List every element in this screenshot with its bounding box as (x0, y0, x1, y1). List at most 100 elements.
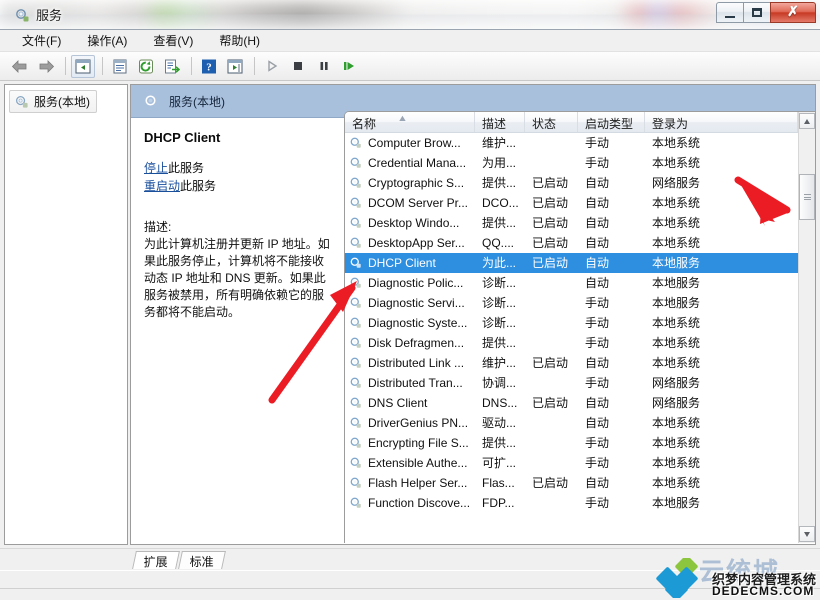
cell-startup: 手动 (585, 296, 610, 310)
cell-desc: 诊断... (482, 316, 517, 330)
scroll-up-button[interactable] (799, 113, 815, 129)
table-row[interactable]: Diagnostic Syste... 诊断... 手动 本地系统 (345, 313, 798, 333)
minimize-icon (725, 13, 735, 18)
cell-logon: 本地服务 (652, 496, 701, 510)
cell-startup: 自动 (585, 256, 610, 270)
tab-standard-label: 标准 (189, 555, 214, 569)
cell-status: 已启动 (532, 396, 569, 410)
export-list-button[interactable] (160, 55, 184, 78)
start-service-button[interactable] (260, 55, 284, 78)
toolbar-separator (254, 57, 255, 75)
stop-icon (294, 62, 302, 70)
menu-item-view[interactable]: 查看(V) (143, 30, 203, 51)
cell-logon: 本地系统 (652, 336, 701, 350)
cell-name: DNS Client (345, 393, 475, 413)
column-header-startup-type[interactable]: 启动类型 (578, 112, 645, 132)
menu-item-action[interactable]: 操作(A) (77, 30, 137, 51)
table-row[interactable]: Function Discove... FDP... 手动 本地服务 (345, 493, 798, 513)
cell-desc: 为此... (482, 256, 517, 270)
cell-name: Distributed Link ... (345, 353, 475, 373)
table-row[interactable]: Distributed Tran... 协调... 手动 网络服务 (345, 373, 798, 393)
services-gear-icon (16, 9, 29, 22)
service-gear-icon (350, 257, 361, 268)
column-header-log-on-as[interactable]: 登录为 (645, 112, 798, 132)
table-row[interactable]: Computer Brow... 维护... 手动 本地系统 (345, 133, 798, 153)
cell-name: Encrypting File S... (345, 433, 475, 453)
pause-service-button[interactable] (312, 55, 336, 78)
tree-item-services-local[interactable]: 服务(本地) (9, 90, 97, 113)
cell-logon: 本地系统 (652, 416, 701, 430)
cell-name: Extensible Authe... (345, 453, 475, 473)
maximize-icon (752, 8, 762, 17)
table-row[interactable]: Distributed Link ... 维护... 已启动 自动 本地系统 (345, 353, 798, 373)
restart-service-button[interactable] (338, 55, 362, 78)
menu-item-help[interactable]: 帮助(H) (209, 30, 270, 51)
service-gear-icon (350, 177, 361, 188)
menu-item-file[interactable]: 文件(F) (12, 30, 71, 51)
cell-name: DriverGenius PN... (345, 413, 475, 433)
view-tab-strip: 扩展 标准 (0, 548, 820, 570)
service-gear-icon (350, 397, 361, 408)
stop-service-link[interactable]: 停止 (144, 161, 168, 175)
pause-icon (320, 62, 328, 70)
table-row[interactable]: Credential Mana... 为用... 手动 本地系统 (345, 153, 798, 173)
cell-logon: 本地服务 (652, 296, 701, 310)
service-gear-icon (350, 457, 361, 468)
table-row[interactable]: DriverGenius PN... 驱动... 自动 本地系统 (345, 413, 798, 433)
list-vertical-scrollbar[interactable] (798, 112, 815, 543)
table-row[interactable]: Extensible Authe... 可扩... 手动 本地系统 (345, 453, 798, 473)
table-row[interactable]: Cryptographic S... 提供... 已启动 自动 网络服务 (345, 173, 798, 193)
column-header-name[interactable]: 名称 ▲ (345, 112, 475, 132)
close-button[interactable]: ✗ (770, 2, 816, 23)
toolbar-separator (65, 57, 66, 75)
service-gear-icon (350, 417, 361, 428)
table-row[interactable]: Desktop Windo... 提供... 已启动 自动 本地系统 (345, 213, 798, 233)
cell-name: Desktop Windo... (345, 213, 475, 233)
cell-desc: 驱动... (482, 416, 517, 430)
cell-logon: 网络服务 (652, 396, 701, 410)
cell-desc: 提供... (482, 336, 517, 350)
cell-desc: FDP... (482, 496, 515, 510)
column-header-description[interactable]: 描述 (475, 112, 525, 132)
stop-service-button[interactable] (286, 55, 310, 78)
service-name-label: DriverGenius PN... (368, 416, 469, 430)
service-name-label: Disk Defragmen... (368, 336, 465, 350)
table-row[interactable]: Disk Defragmen... 提供... 手动 本地系统 (345, 333, 798, 353)
restart-icon (344, 62, 354, 70)
cell-desc: 诊断... (482, 296, 517, 310)
cell-status: 已启动 (532, 256, 569, 270)
help-button[interactable]: ? (197, 55, 221, 78)
main-content: 服务(本地) 服务(本地) DHCP Client 停止此服务 重启动此服务 描… (0, 81, 820, 548)
table-row[interactable]: DNS Client DNS... 已启动 自动 网络服务 (345, 393, 798, 413)
table-row[interactable]: DesktopApp Ser... QQ.... 已启动 自动 本地系统 (345, 233, 798, 253)
service-gear-icon (350, 137, 361, 148)
minimize-button[interactable] (716, 2, 744, 23)
column-header-status[interactable]: 状态 (525, 112, 578, 132)
tab-extended[interactable]: 扩展 (132, 551, 180, 569)
show-hide-tree-button[interactable] (71, 54, 95, 78)
cell-desc: QQ.... (482, 236, 515, 250)
properties-button[interactable] (108, 55, 132, 78)
table-row[interactable]: Encrypting File S... 提供... 手动 本地系统 (345, 433, 798, 453)
forward-button[interactable] (34, 55, 58, 78)
table-row[interactable]: Diagnostic Polic... 诊断... 自动 本地服务 (345, 273, 798, 293)
maximize-button[interactable] (743, 2, 771, 23)
cell-name: Distributed Tran... (345, 373, 475, 393)
service-name-label: DCOM Server Pr... (368, 196, 469, 210)
scroll-down-button[interactable] (799, 526, 815, 542)
table-row[interactable]: DCOM Server Pr... DCO... 已启动 自动 本地系统 (345, 193, 798, 213)
cell-startup: 自动 (585, 416, 610, 430)
sort-ascending-icon: ▲ (397, 113, 408, 123)
service-name-label: Cryptographic S... (368, 176, 465, 190)
back-button[interactable] (8, 55, 32, 78)
table-row[interactable]: Diagnostic Servi... 诊断... 手动 本地服务 (345, 293, 798, 313)
table-row[interactable]: DHCP Client 为此... 已启动 自动 本地服务 (345, 253, 798, 273)
cell-status: 已启动 (532, 216, 569, 230)
table-row[interactable]: Flash Helper Ser... Flas... 已启动 自动 本地系统 (345, 473, 798, 493)
restart-service-link[interactable]: 重启动 (144, 179, 180, 193)
scroll-thumb[interactable] (799, 174, 815, 220)
show-action-pane-button[interactable] (223, 55, 247, 78)
refresh-button[interactable] (134, 55, 158, 78)
tab-standard[interactable]: 标准 (178, 551, 226, 569)
service-gear-icon (350, 277, 361, 288)
